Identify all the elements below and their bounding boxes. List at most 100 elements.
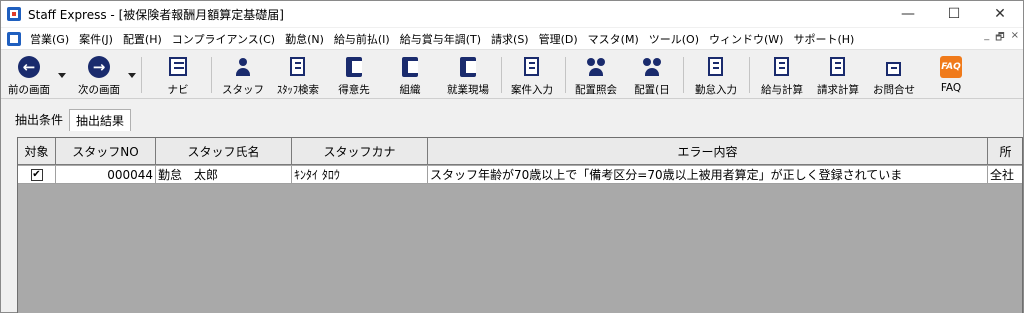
billing-calc-label: 請求計算	[817, 84, 859, 96]
back-arrow-icon: ←	[18, 56, 40, 78]
work-site-button[interactable]: 就業現場	[441, 51, 495, 99]
work-site-book-icon	[457, 56, 479, 78]
assignment-people-icon	[585, 56, 607, 78]
next-screen-label: 次の画面	[78, 84, 120, 96]
menu-sales[interactable]: 営業(G)	[25, 31, 74, 47]
job-entry-icon	[521, 56, 543, 78]
toolbar-separator	[749, 57, 750, 93]
column-header-affiliation[interactable]: 所	[988, 138, 1022, 165]
menu-billing[interactable]: 請求(S)	[486, 31, 534, 47]
client-book-icon	[343, 56, 365, 78]
staff-search-label: ｽﾀｯﾌ検索	[277, 84, 319, 96]
prev-dropdown-icon[interactable]	[58, 73, 66, 78]
toolbar: ← 前の画面 → 次の画面 ナビ スタッフ ｽﾀｯﾌ検索 得意先 組織 就業現場…	[1, 51, 1023, 99]
staff-icon	[232, 56, 254, 78]
title-bar: Staff Express - [被保険者報酬月額算定基礎届] — ☐ ✕	[1, 1, 1023, 27]
tab-strip: 抽出条件 抽出結果	[9, 109, 132, 131]
next-dropdown-icon[interactable]	[128, 73, 136, 78]
mdi-restore-button[interactable]: 🗗	[995, 30, 1004, 47]
target-checkbox[interactable]: ✔	[30, 168, 43, 181]
payroll-calc-button[interactable]: 給与計算	[755, 51, 809, 99]
error-cell: スタッフ年齢が70歳以上で「備考区分=70歳以上被用者算定」が正しく登録されてい…	[428, 166, 988, 184]
menu-jobs[interactable]: 案件(J)	[74, 31, 118, 47]
assignment-daily-icon	[641, 56, 663, 78]
organization-label: 組織	[399, 84, 421, 96]
faq-icon: FAQ	[940, 56, 962, 78]
billing-calculator-icon	[827, 56, 849, 78]
menu-bar: 営業(G) 案件(J) 配置(H) コンプライアンス(C) 勤怠(N) 給与前払…	[1, 28, 1023, 50]
column-header-error[interactable]: エラー内容	[428, 138, 988, 165]
menu-tools[interactable]: ツール(O)	[644, 31, 704, 47]
staff-search-icon	[287, 56, 309, 78]
menu-assignment[interactable]: 配置(H)	[118, 31, 167, 47]
app-logo-icon	[7, 7, 21, 21]
column-header-staff-name[interactable]: スタッフ氏名	[156, 138, 292, 165]
grid-header: 対象 スタッフNO スタッフ氏名 スタッフカナ エラー内容 所	[18, 138, 1022, 165]
affiliation-cell: 全社	[988, 166, 1022, 184]
tab-extraction-conditions[interactable]: 抽出条件	[9, 109, 69, 131]
attendance-entry-button[interactable]: 勤怠入力	[689, 51, 743, 99]
staff-no-cell: 000044	[56, 166, 156, 184]
work-site-label: 就業現場	[447, 84, 489, 96]
mdi-close-button[interactable]: ×	[1011, 30, 1019, 47]
menu-window[interactable]: ウィンドウ(W)	[704, 31, 788, 47]
column-header-target[interactable]: 対象	[18, 138, 56, 165]
document-icon[interactable]	[7, 31, 21, 46]
staff-kana-cell: ｷﾝﾀｲ ﾀﾛｳ	[292, 166, 428, 184]
assignment-inquiry-button[interactable]: 配置照会	[569, 51, 623, 99]
toolbar-separator	[501, 57, 502, 93]
results-grid: 対象 スタッフNO スタッフ氏名 スタッフカナ エラー内容 所 ✔ 000044…	[17, 137, 1023, 313]
staff-label: スタッフ	[222, 84, 264, 96]
job-entry-label: 案件入力	[511, 84, 553, 96]
menu-attendance[interactable]: 勤怠(N)	[280, 31, 329, 47]
attendance-entry-label: 勤怠入力	[695, 84, 737, 96]
minimize-button[interactable]: —	[885, 1, 931, 27]
organization-button[interactable]: 組織	[387, 51, 433, 99]
close-button[interactable]: ✕	[977, 1, 1023, 27]
menu-master[interactable]: マスタ(M)	[583, 31, 644, 47]
contact-button[interactable]: お問合せ	[867, 51, 921, 99]
toolbar-separator	[565, 57, 566, 93]
window-controls: — ☐ ✕	[885, 1, 1023, 27]
navi-icon	[167, 56, 189, 78]
prev-screen-label: 前の画面	[8, 84, 50, 96]
next-screen-button[interactable]: → 次の画面	[71, 51, 127, 99]
menu-compliance[interactable]: コンプライアンス(C)	[167, 31, 280, 47]
staff-search-button[interactable]: ｽﾀｯﾌ検索	[269, 51, 327, 99]
toolbar-separator	[211, 57, 212, 93]
assignment-inquiry-label: 配置照会	[575, 84, 617, 96]
column-header-staff-kana[interactable]: スタッフカナ	[292, 138, 428, 165]
organization-book-icon	[399, 56, 421, 78]
target-checkbox-cell[interactable]: ✔	[18, 166, 56, 184]
attendance-edit-icon	[705, 56, 727, 78]
prev-screen-button[interactable]: ← 前の画面	[3, 51, 55, 99]
client-button[interactable]: 得意先	[331, 51, 377, 99]
assignment-daily-button[interactable]: 配置(日	[627, 51, 677, 99]
mdi-controls: _ 🗗 ×	[984, 30, 1019, 47]
maximize-button[interactable]: ☐	[931, 1, 977, 27]
mdi-minimize-button[interactable]: _	[984, 30, 989, 47]
forward-arrow-icon: →	[88, 56, 110, 78]
faq-label: FAQ	[940, 82, 962, 94]
column-header-staff-no[interactable]: スタッフNO	[56, 138, 156, 165]
staff-name-cell: 勤怠 太郎	[156, 166, 292, 184]
table-row[interactable]: ✔ 000044 勤怠 太郎 ｷﾝﾀｲ ﾀﾛｳ スタッフ年齢が70歳以上で「備考…	[18, 166, 1022, 184]
faq-button[interactable]: FAQ FAQ	[929, 51, 973, 99]
staff-button[interactable]: スタッフ	[219, 51, 267, 99]
tab-extraction-results[interactable]: 抽出結果	[69, 109, 132, 131]
contact-upload-icon	[883, 56, 905, 78]
job-entry-button[interactable]: 案件入力	[505, 51, 559, 99]
assignment-daily-label: 配置(日	[634, 84, 670, 96]
navi-button[interactable]: ナビ	[156, 51, 200, 99]
billing-calc-button[interactable]: 請求計算	[811, 51, 865, 99]
client-label: 得意先	[338, 84, 370, 96]
navi-label: ナビ	[167, 84, 189, 96]
menu-payroll-bonus[interactable]: 給与賞与年調(T)	[395, 31, 486, 47]
menu-support[interactable]: サポート(H)	[788, 31, 859, 47]
toolbar-separator	[141, 57, 142, 93]
menu-advance-pay[interactable]: 給与前払(I)	[329, 31, 395, 47]
contact-label: お問合せ	[873, 84, 915, 96]
payroll-calculator-icon	[771, 56, 793, 78]
menu-management[interactable]: 管理(D)	[534, 31, 583, 47]
window-title: Staff Express - [被保険者報酬月額算定基礎届]	[28, 7, 284, 22]
